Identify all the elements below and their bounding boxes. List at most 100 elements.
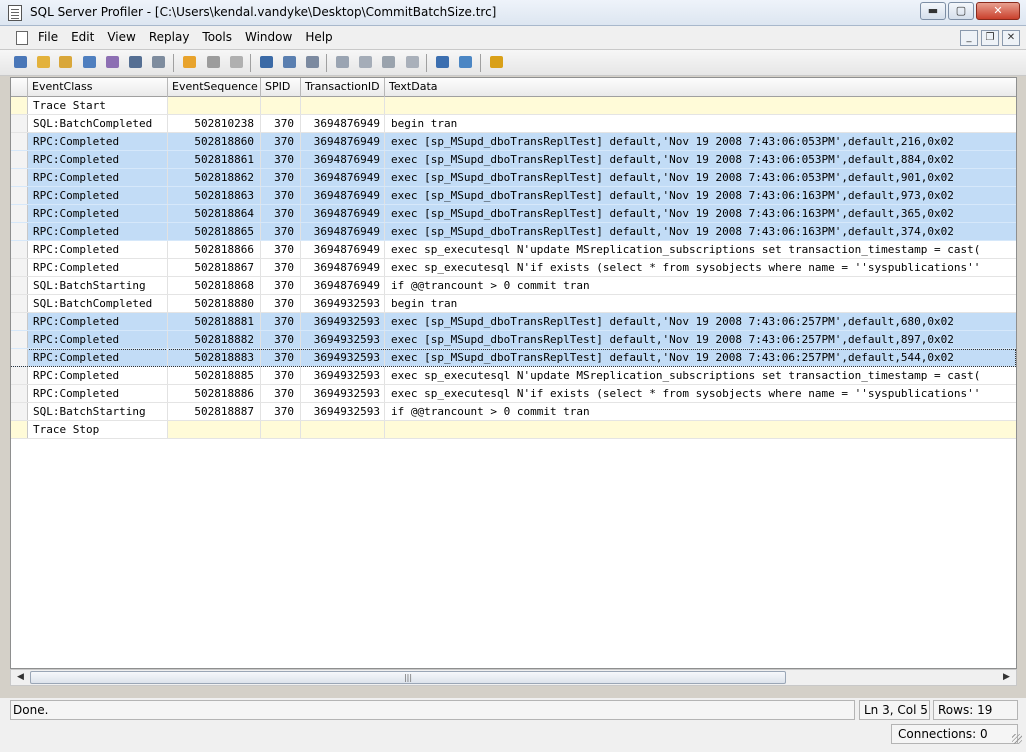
app-icon xyxy=(8,5,22,21)
scrollbar-thumb[interactable]: ||| xyxy=(30,671,786,684)
cell-transactionid: 3694876949 xyxy=(301,133,385,150)
clear-trace-icon[interactable] xyxy=(150,54,168,71)
run-to-cursor-glyph xyxy=(283,56,296,68)
menu-tools[interactable]: Tools xyxy=(202,30,232,44)
table-row[interactable]: Trace Stop xyxy=(11,421,1016,439)
table-row[interactable]: SQL:BatchCompleted 502810238 370 3694876949… xyxy=(11,115,1016,133)
row-selector xyxy=(11,385,28,402)
column-header-spid[interactable]: SPID xyxy=(261,78,301,97)
row-selector xyxy=(11,169,28,186)
cell-transactionid: 3694876949 xyxy=(301,151,385,168)
cell-transactionid: 3694932593 xyxy=(301,331,385,348)
table-row[interactable]: RPC:Completed 502818861 370 3694876949 exec … xyxy=(11,151,1016,169)
pause-trace-icon[interactable] xyxy=(205,54,223,71)
cell-eventsequence: 502818866 xyxy=(168,241,261,258)
resize-grip-icon[interactable] xyxy=(1012,734,1022,744)
table-row[interactable]: Trace Start xyxy=(11,97,1016,115)
cell-spid: 370 xyxy=(261,313,301,330)
cell-transactionid: 3694876949 xyxy=(301,169,385,186)
run-to-cursor-icon[interactable] xyxy=(281,54,299,71)
toolbar-separator xyxy=(480,54,481,72)
toolbar-separator xyxy=(326,54,327,72)
activity-monitor-icon[interactable] xyxy=(434,54,452,71)
table-row[interactable]: RPC:Completed 502818885 370 3694932593 exec … xyxy=(11,367,1016,385)
toolbar-separator xyxy=(173,54,174,72)
child-restore-button[interactable]: ❐ xyxy=(981,30,999,46)
new-template-icon[interactable] xyxy=(35,54,53,71)
cell-eventsequence: 502818882 xyxy=(168,331,261,348)
run-trace-icon[interactable] xyxy=(181,54,199,71)
table-row[interactable]: RPC:Completed 502818863 370 3694876949 exec … xyxy=(11,187,1016,205)
status-row-count: Rows: 19 xyxy=(933,700,1018,720)
save-icon[interactable] xyxy=(81,54,99,71)
table-row[interactable]: RPC:Completed 502818860 370 3694876949 exec … xyxy=(11,133,1016,151)
toolbar-separator xyxy=(426,54,427,72)
table-row[interactable]: SQL:BatchCompleted 502818880 370 3694932593… xyxy=(11,295,1016,313)
cell-eventsequence: 502818862 xyxy=(168,169,261,186)
cell-textdata: exec sp_executesql N'if exists (select *… xyxy=(391,261,981,274)
stop-trace-icon[interactable] xyxy=(228,54,246,71)
find-icon[interactable] xyxy=(127,54,145,71)
step-icon[interactable] xyxy=(258,54,276,71)
cell-transactionid: 3694932593 xyxy=(301,403,385,420)
replay-start-icon[interactable] xyxy=(334,54,352,71)
horizontal-scrollbar[interactable]: ◀ ||| ▶ xyxy=(10,669,1017,686)
menu-view[interactable]: View xyxy=(107,30,135,44)
cell-textdata: exec sp_executesql N'if exists (select *… xyxy=(391,387,981,400)
cell-textdata: begin tran xyxy=(391,117,458,130)
table-row[interactable]: RPC:Completed 502818865 370 3694876949 exec … xyxy=(11,223,1016,241)
menu-replay[interactable]: Replay xyxy=(149,30,190,44)
document-icon[interactable] xyxy=(16,31,28,45)
cell-textdata: begin tran xyxy=(391,297,458,310)
child-minimize-button[interactable]: _ xyxy=(960,30,978,46)
column-header-textdata[interactable]: TextData xyxy=(385,78,1016,97)
child-close-button[interactable]: ✕ xyxy=(1002,30,1020,46)
table-row[interactable]: SQL:BatchStarting 502818887 370 3694932593 … xyxy=(11,403,1016,421)
trace-grid[interactable]: EventClass EventSequence SPID Transactio… xyxy=(10,77,1017,669)
scroll-right-icon[interactable]: ▶ xyxy=(998,670,1015,685)
minimize-button[interactable]: ▬ xyxy=(920,2,946,20)
cell-spid: 370 xyxy=(261,223,301,240)
replay-pause-icon[interactable] xyxy=(357,54,375,71)
scroll-left-icon[interactable]: ◀ xyxy=(12,670,29,685)
replay-step-icon[interactable] xyxy=(404,54,422,71)
toolbar-separator xyxy=(250,54,251,72)
new-trace-icon[interactable] xyxy=(12,54,30,71)
table-row[interactable]: RPC:Completed 502818883 370 3694932593 exec … xyxy=(11,349,1016,367)
cell-eventsequence: 502818880 xyxy=(168,295,261,312)
cell-spid: 370 xyxy=(261,115,301,132)
row-selector xyxy=(11,259,28,276)
table-row[interactable]: RPC:Completed 502818881 370 3694932593 exec … xyxy=(11,313,1016,331)
cell-transactionid: 3694932593 xyxy=(301,313,385,330)
row-selector xyxy=(11,349,28,366)
menu-file[interactable]: File xyxy=(38,30,58,44)
toggle-breakpoint-icon[interactable] xyxy=(304,54,322,71)
new-trace-glyph xyxy=(14,56,27,68)
help-icon[interactable] xyxy=(488,54,506,71)
properties-icon[interactable] xyxy=(104,54,122,71)
table-row[interactable]: RPC:Completed 502818864 370 3694876949 exec … xyxy=(11,205,1016,223)
column-header-transactionid[interactable]: TransactionID xyxy=(301,78,385,97)
table-row[interactable]: SQL:BatchStarting 502818868 370 3694876949 … xyxy=(11,277,1016,295)
menu-help[interactable]: Help xyxy=(305,30,332,44)
cell-spid: 370 xyxy=(261,151,301,168)
cell-eventclass: RPC:Completed xyxy=(28,367,168,384)
cell-textdata: exec [sp_MSupd_dboTransReplTest] default… xyxy=(391,315,954,328)
column-header-eventclass[interactable]: EventClass xyxy=(28,78,168,97)
table-row[interactable]: RPC:Completed 502818886 370 3694932593 exec … xyxy=(11,385,1016,403)
row-selector xyxy=(11,421,28,438)
open-icon[interactable] xyxy=(57,54,75,71)
replay-stop-icon[interactable] xyxy=(380,54,398,71)
cell-eventclass: Trace Stop xyxy=(28,421,168,438)
menu-window[interactable]: Window xyxy=(245,30,292,44)
table-row[interactable]: RPC:Completed 502818882 370 3694932593 exec … xyxy=(11,331,1016,349)
toolbar xyxy=(0,50,1026,76)
table-row[interactable]: RPC:Completed 502818862 370 3694876949 exec … xyxy=(11,169,1016,187)
maximize-button[interactable]: ▢ xyxy=(948,2,974,20)
tuning-advisor-icon[interactable] xyxy=(457,54,475,71)
close-button[interactable]: ✕ xyxy=(976,2,1020,20)
table-row[interactable]: RPC:Completed 502818867 370 3694876949 exec … xyxy=(11,259,1016,277)
menu-edit[interactable]: Edit xyxy=(71,30,94,44)
column-header-eventsequence[interactable]: EventSequence xyxy=(168,78,261,97)
table-row[interactable]: RPC:Completed 502818866 370 3694876949 exec … xyxy=(11,241,1016,259)
